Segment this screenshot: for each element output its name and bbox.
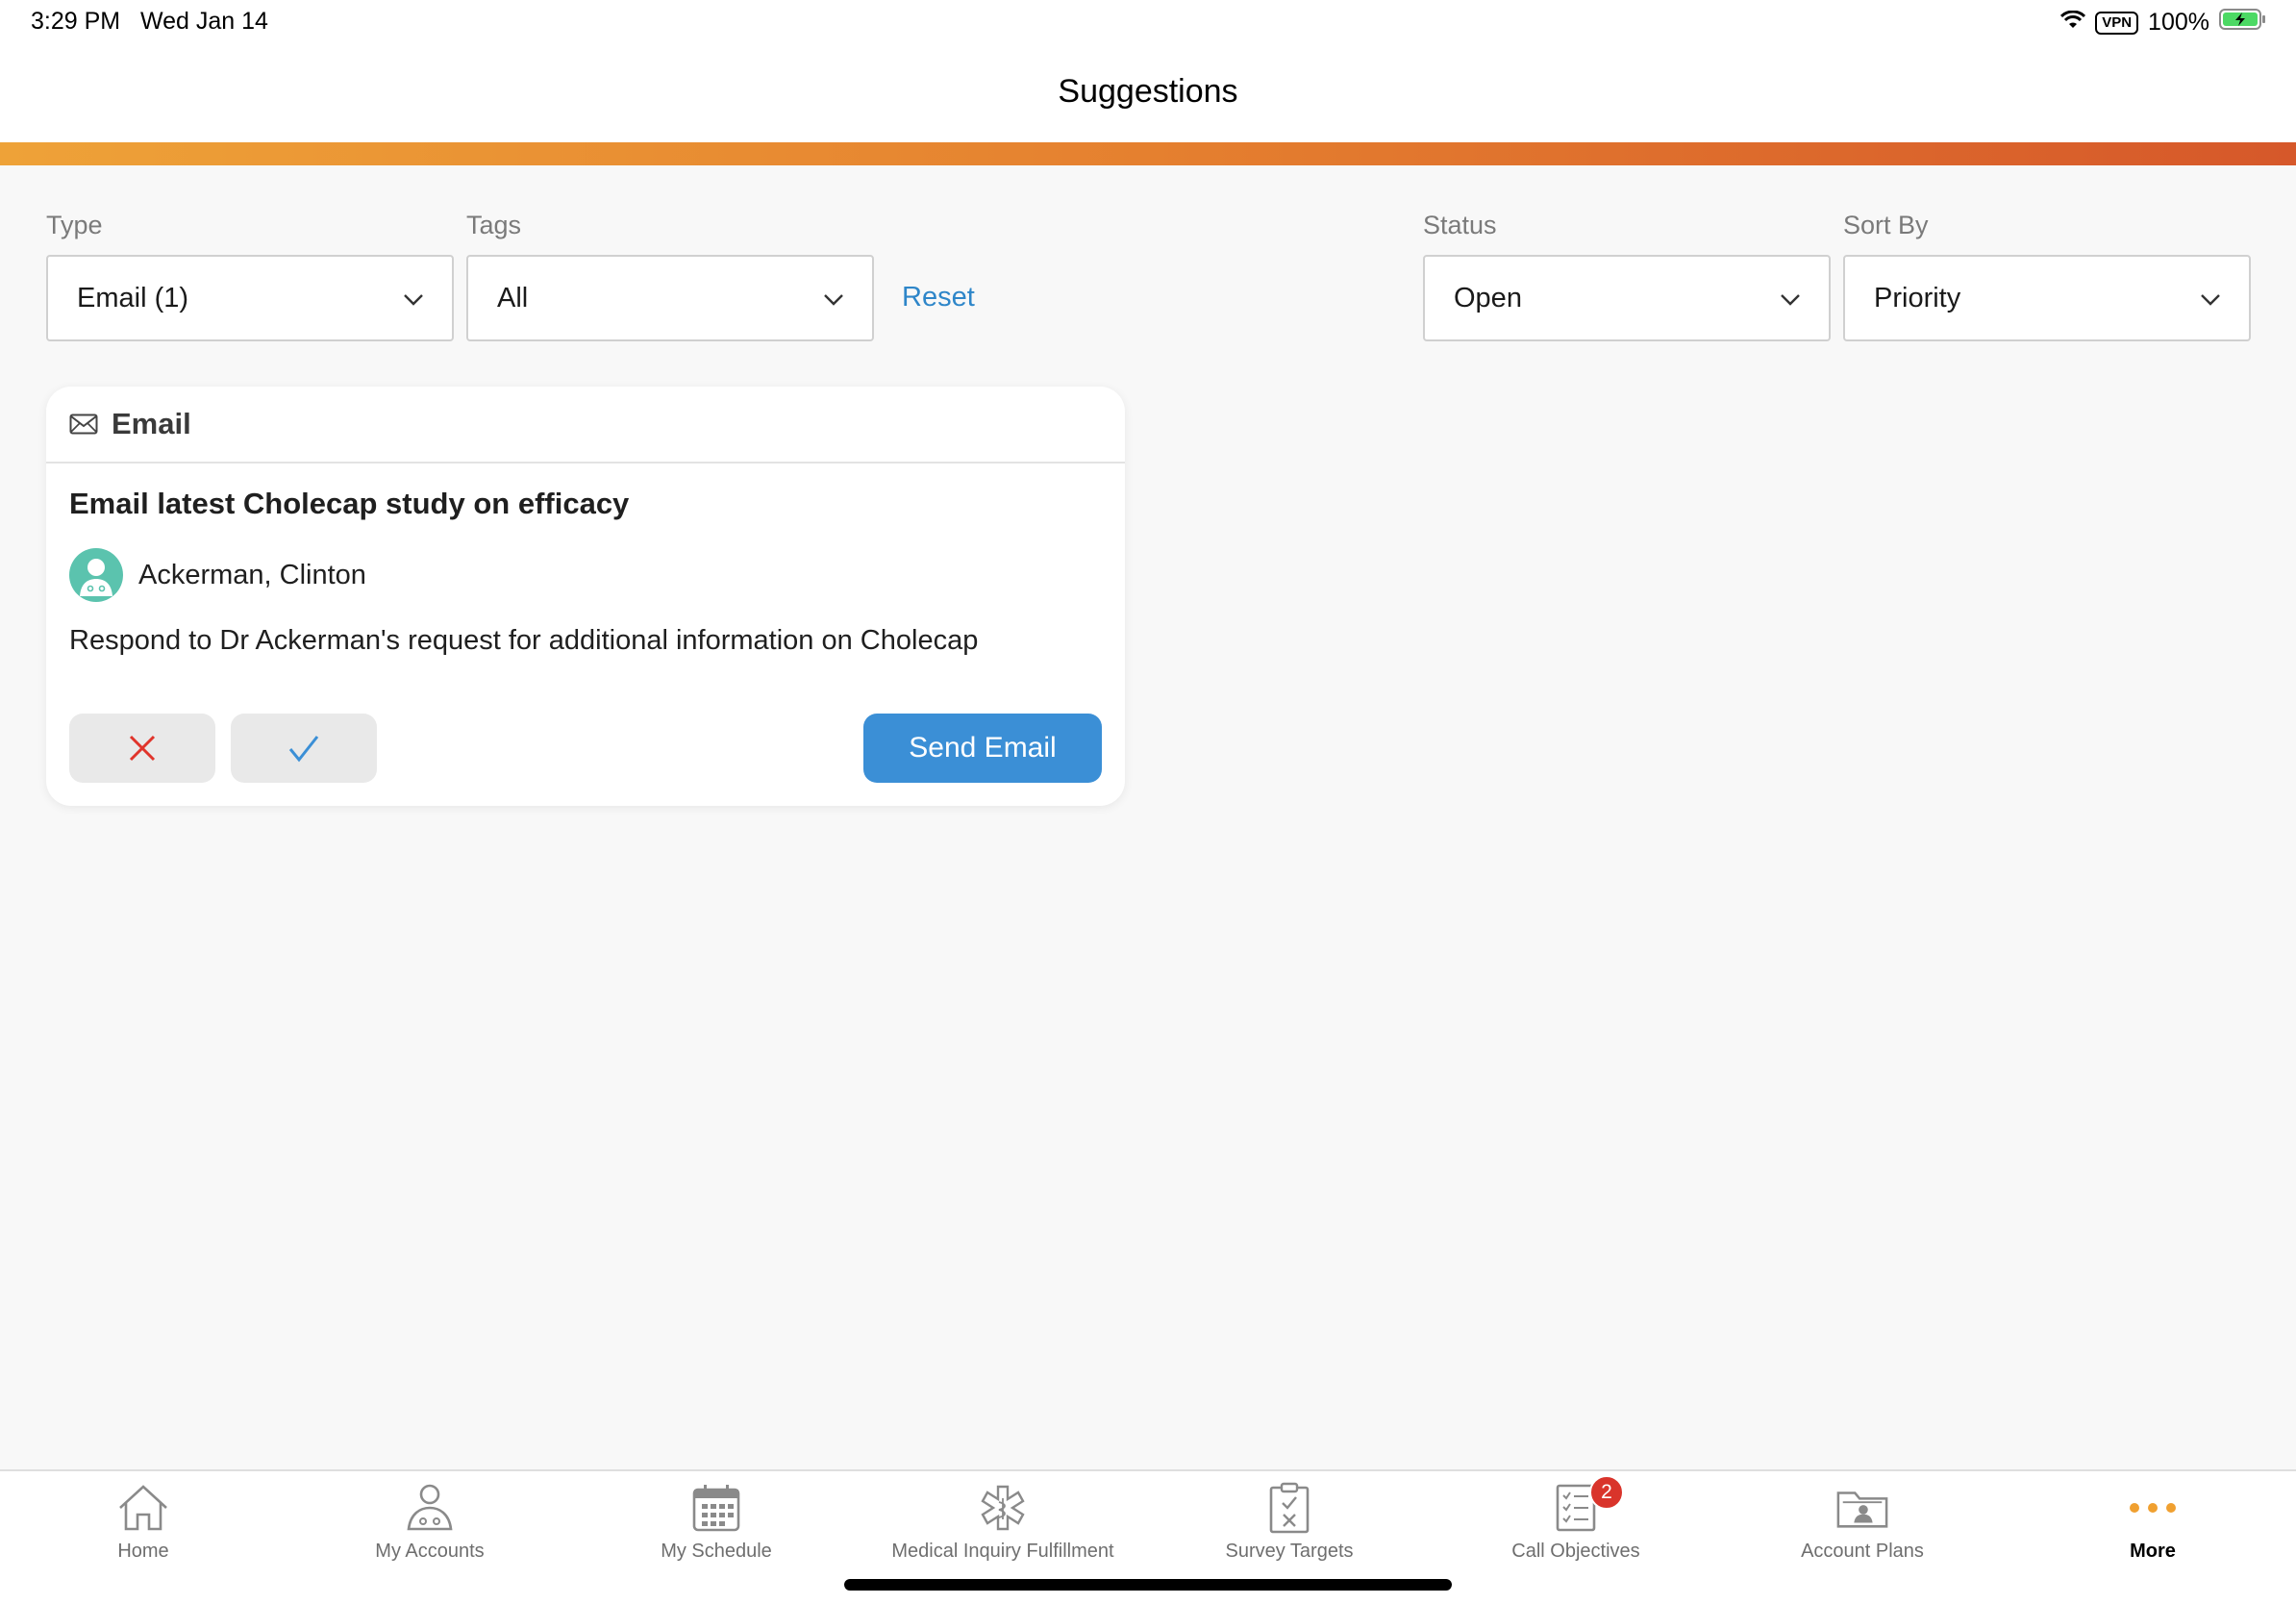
nav-header: Suggestions <box>0 44 2296 142</box>
suggestion-title: Email latest Cholecap study on efficacy <box>69 487 630 520</box>
doctor-avatar-icon <box>80 559 112 596</box>
home-icon <box>119 1485 167 1531</box>
suggestion-description: Respond to Dr Ackerman's request for add… <box>69 625 979 656</box>
dismiss-button[interactable] <box>69 714 215 783</box>
battery-icon <box>2219 8 2267 38</box>
tab-more[interactable]: More <box>2009 1481 2296 1577</box>
chevron-down-icon <box>1781 294 1800 306</box>
tab-label: Survey Targets <box>1225 1541 1354 1562</box>
chevron-down-icon <box>2201 294 2220 306</box>
vpn-badge: VPN <box>2095 11 2139 35</box>
avatar <box>69 548 123 602</box>
person-icon <box>407 1484 453 1531</box>
medical-star-icon <box>981 1485 1025 1531</box>
chevron-down-icon <box>404 294 423 306</box>
tab-label: My Schedule <box>661 1541 772 1562</box>
page-title: Suggestions <box>1058 73 1238 110</box>
tab-account-plans[interactable]: Account Plans <box>1719 1481 2006 1577</box>
status-filter-value: Open <box>1454 282 1522 313</box>
tab-survey-targets[interactable]: Survey Targets <box>1146 1481 1433 1577</box>
status-bar: 3:29 PM Wed Jan 14 VPN 100% <box>0 0 2296 44</box>
tab-medical-inquiry-fulfillment[interactable]: Medical Inquiry Fulfillment <box>860 1481 1146 1577</box>
sort-by-label: Sort By <box>1843 211 1929 239</box>
reset-link[interactable]: Reset <box>902 282 975 313</box>
calendar-icon <box>692 1485 740 1532</box>
tags-filter-label: Tags <box>466 211 522 239</box>
tab-home[interactable]: Home <box>0 1481 287 1577</box>
clipboard-icon <box>1269 1482 1310 1534</box>
tab-my-accounts[interactable]: My Accounts <box>287 1481 573 1577</box>
wifi-icon <box>2060 9 2086 37</box>
checkmark-icon <box>288 736 319 763</box>
sort-by-value: Priority <box>1874 282 1961 313</box>
send-email-button[interactable]: Send Email <box>863 714 1102 783</box>
tab-my-schedule[interactable]: My Schedule <box>573 1481 860 1577</box>
type-filter-label: Type <box>46 211 103 239</box>
sort-by-select[interactable]: Priority <box>1843 255 2251 341</box>
close-icon <box>129 735 156 762</box>
status-date: Wed Jan 14 <box>140 8 268 35</box>
tab-label: Call Objectives <box>1511 1541 1640 1562</box>
contact-row[interactable]: Ackerman, Clinton <box>69 548 366 602</box>
battery-percent: 100% <box>2148 9 2209 36</box>
complete-button[interactable] <box>231 714 377 783</box>
folder-icon <box>1836 1491 1888 1528</box>
contact-name: Ackerman, Clinton <box>138 559 366 590</box>
tab-label: Home <box>117 1541 169 1562</box>
type-filter-value: Email (1) <box>77 282 189 313</box>
tags-filter-value: All <box>497 282 529 313</box>
card-header: Email <box>46 387 1125 464</box>
card-type-label: Email <box>112 407 191 440</box>
tab-label: More <box>2130 1541 2176 1562</box>
home-indicator <box>844 1579 1452 1591</box>
status-indicators: VPN 100% <box>2060 8 2267 38</box>
status-filter-select[interactable]: Open <box>1423 255 1831 341</box>
tags-filter-select[interactable]: All <box>466 255 874 341</box>
notification-badge: 2 <box>1589 1475 1624 1510</box>
chevron-down-icon <box>824 294 843 306</box>
tab-call-objectives[interactable]: 2 Call Objectives <box>1433 1475 1719 1577</box>
accent-bar <box>0 142 2296 165</box>
envelope-icon <box>69 414 98 435</box>
suggestion-card: Email Email latest Cholecap study on eff… <box>46 387 1125 806</box>
more-dots-icon <box>2130 1503 2176 1513</box>
tab-label: Medical Inquiry Fulfillment <box>891 1541 1114 1562</box>
status-time: 3:29 PM <box>31 8 121 35</box>
tab-label: My Accounts <box>375 1541 485 1562</box>
tab-label: Account Plans <box>1801 1541 1924 1562</box>
type-filter-select[interactable]: Email (1) <box>46 255 454 341</box>
status-filter-label: Status <box>1423 211 1497 239</box>
